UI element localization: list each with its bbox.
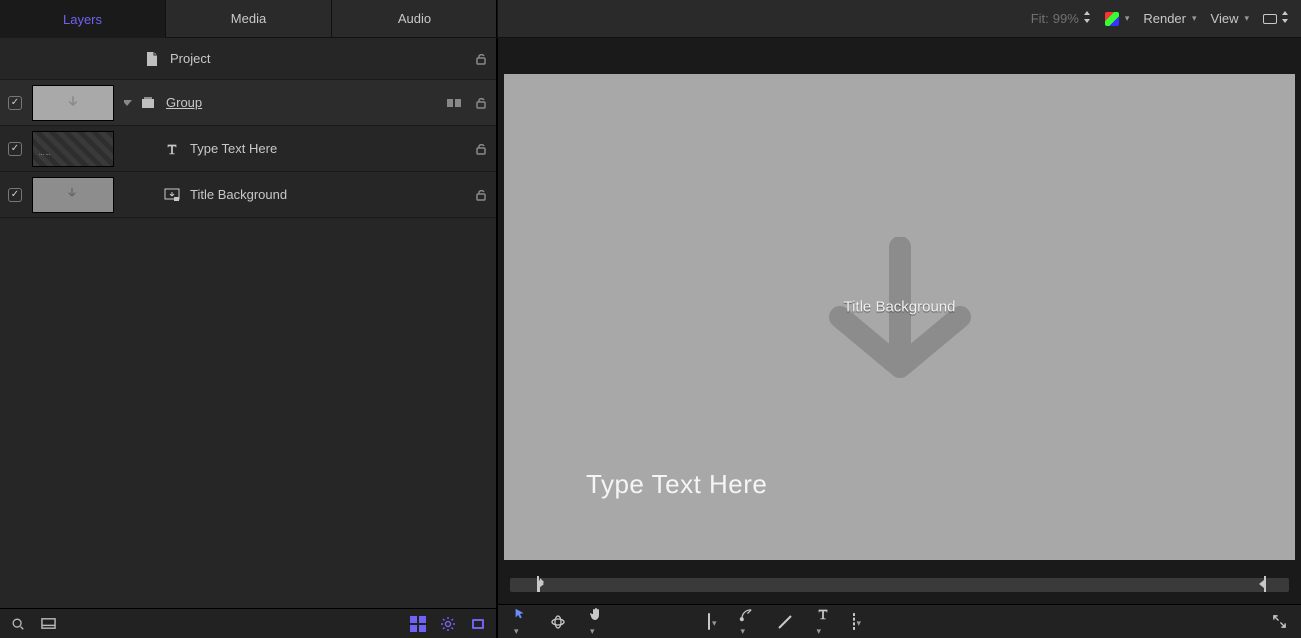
color-channels-menu[interactable]: ▾ <box>1105 12 1130 26</box>
paint-stroke-tool[interactable] <box>777 614 793 630</box>
fit-value: 99% <box>1053 11 1079 26</box>
hand-icon <box>588 606 604 622</box>
lock-icon[interactable] <box>474 188 488 202</box>
rectangle-icon <box>1263 14 1277 24</box>
tab-audio[interactable]: Audio <box>332 0 498 38</box>
color-well-icon <box>1105 12 1119 26</box>
group-icon <box>140 95 156 111</box>
mask-tool[interactable]: ▾ <box>853 614 862 629</box>
tab-media[interactable]: Media <box>166 0 332 38</box>
3d-transform-tool[interactable] <box>550 614 566 630</box>
layer-row-project[interactable]: Project <box>0 38 496 80</box>
disclosure-triangle-icon[interactable] <box>124 100 132 106</box>
in-point-handle-icon[interactable] <box>534 572 546 596</box>
chevron-down-icon: ▾ <box>857 618 862 628</box>
pan-tool[interactable]: ▾ <box>588 606 604 637</box>
lock-icon[interactable] <box>474 96 488 110</box>
drop-zone-icon <box>164 187 180 203</box>
fit-label: Fit: <box>1031 11 1049 26</box>
chevron-down-icon: ▾ <box>712 618 717 628</box>
text-tool[interactable]: ▾ <box>815 606 831 637</box>
select-tool[interactable]: ▾ <box>512 606 528 637</box>
zoom-fit-control[interactable]: Fit: 99% <box>1031 11 1091 26</box>
sidebar-bottom-bar <box>0 608 496 638</box>
pen-icon <box>739 606 755 622</box>
chevron-down-icon: ▾ <box>1244 13 1249 24</box>
viewer-top-toolbar: Fit: 99% ▾ Render▾ View▾ <box>498 0 1301 38</box>
layer-thumbnail <box>32 177 114 213</box>
visibility-checkbox[interactable]: ✓ <box>8 142 22 156</box>
layer-row-text[interactable]: ✓ ··· ··· Type Text Here <box>0 126 496 172</box>
gear-icon[interactable] <box>440 616 456 632</box>
layer-row-title-background[interactable]: ✓ Title Background <box>0 172 496 218</box>
fullscreen-icon[interactable] <box>1271 614 1287 630</box>
viewer-canvas[interactable]: Title Background Type Text Here <box>504 74 1295 560</box>
document-icon <box>144 51 160 67</box>
sidebar-tabs: Layers Media Audio <box>0 0 496 38</box>
viewer-bottom-toolbar: ▾ ▾ ▾ ▾ ▾ ▾ <box>498 604 1301 638</box>
mini-timeline[interactable] <box>504 566 1295 604</box>
layer-label: Type Text Here <box>190 141 277 156</box>
visibility-checkbox[interactable]: ✓ <box>8 188 22 202</box>
rectangle-icon <box>708 613 710 630</box>
composite-icon[interactable] <box>446 95 462 111</box>
out-point-handle-icon[interactable] <box>1257 572 1269 596</box>
search-icon[interactable] <box>10 616 26 632</box>
layer-thumbnail <box>32 85 114 121</box>
chevron-down-icon: ▾ <box>1192 13 1197 24</box>
frame-icon[interactable] <box>470 616 486 632</box>
chevron-down-icon: ▾ <box>514 626 519 636</box>
layer-row-group[interactable]: ✓ Group <box>0 80 496 126</box>
tab-layers[interactable]: Layers <box>0 0 166 38</box>
layer-thumbnail: ··· ··· <box>32 131 114 167</box>
chevron-down-icon: ▾ <box>1125 13 1130 24</box>
layer-label: Title Background <box>190 187 287 202</box>
text-icon <box>815 606 831 622</box>
chevron-down-icon: ▾ <box>741 626 746 636</box>
layout-menu[interactable] <box>1263 11 1289 26</box>
layer-label: Group <box>166 95 202 110</box>
pointer-icon <box>512 606 528 622</box>
visibility-checkbox[interactable]: ✓ <box>8 96 22 110</box>
timeline-track <box>510 578 1289 592</box>
chevron-down-icon: ▾ <box>590 626 595 636</box>
lock-icon[interactable] <box>474 142 488 156</box>
layers-sidebar: Layers Media Audio Project ✓ <box>0 0 498 638</box>
lock-icon[interactable] <box>474 52 488 66</box>
text-layer-icon <box>164 141 180 157</box>
rectangle-mask-icon <box>853 613 855 630</box>
mask-icon[interactable] <box>410 616 426 632</box>
stepper-icon <box>1281 11 1289 26</box>
drop-zone-arrow-icon <box>785 237 1015 397</box>
chevron-down-icon: ▾ <box>817 626 822 636</box>
view-menu[interactable]: View▾ <box>1211 11 1249 26</box>
panel-icon[interactable] <box>40 616 56 632</box>
render-menu[interactable]: Render▾ <box>1143 11 1196 26</box>
pen-tool[interactable]: ▾ <box>739 606 755 637</box>
title-background-label: Title Background <box>843 299 955 316</box>
shape-tool[interactable]: ▾ <box>708 614 717 629</box>
layer-label: Project <box>170 51 210 66</box>
text-placeholder[interactable]: Type Text Here <box>586 469 767 500</box>
stepper-icon <box>1083 11 1091 26</box>
